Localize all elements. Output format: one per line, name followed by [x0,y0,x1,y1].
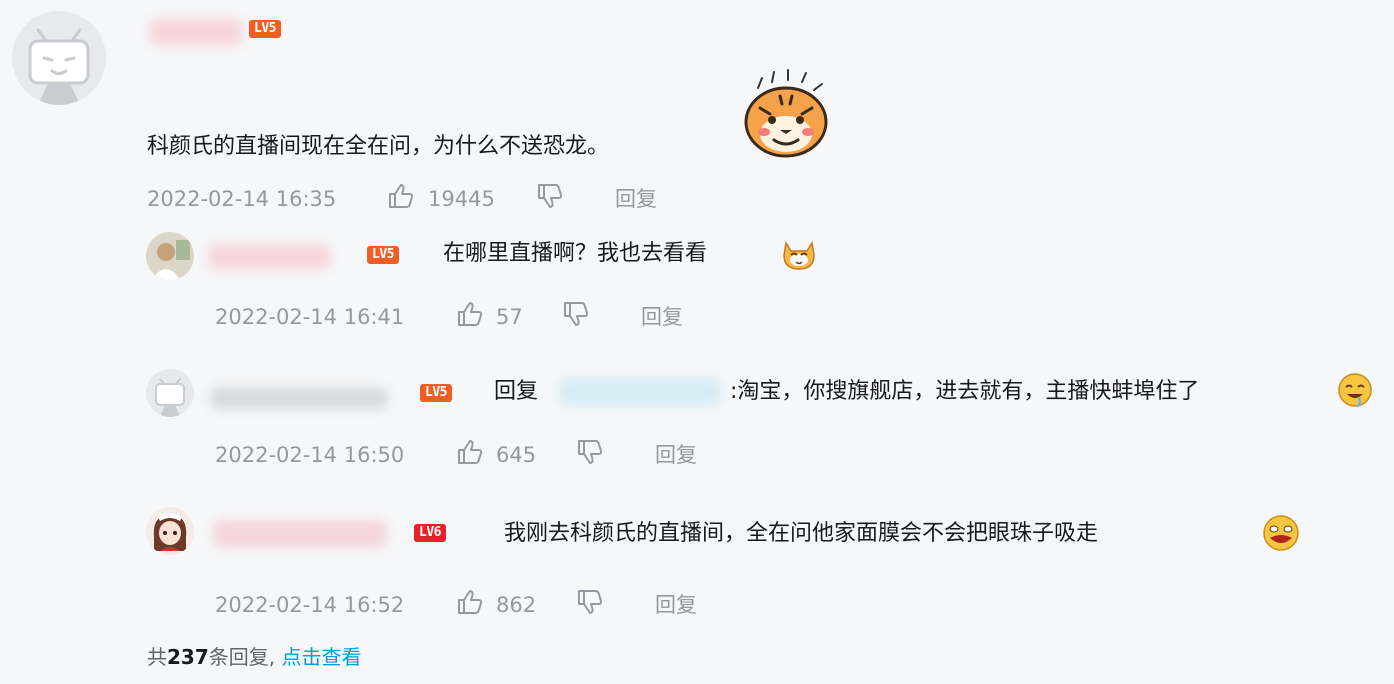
like-count: 19445 [428,187,495,211]
dislike-icon[interactable] [562,300,590,328]
tiger-sticker [738,68,832,162]
reply-count-suffix: 条回复, [208,645,276,669]
level-badge: LV5 [367,246,399,264]
main-avatar[interactable] [12,11,106,105]
reply-timestamp: 2022-02-14 16:50 [215,443,405,467]
reply-avatar[interactable] [146,369,194,417]
reply-timestamp: 2022-02-14 16:41 [215,305,405,329]
like-icon[interactable] [387,182,415,210]
reply-count-prefix: 共 [147,645,167,669]
reply-avatar[interactable] [146,507,194,555]
like-icon[interactable] [456,438,484,466]
level-badge: LV6 [414,524,446,542]
reply-button[interactable]: 回复 [615,185,657,213]
main-username-redacted[interactable] [150,18,242,46]
dislike-icon[interactable] [576,588,604,616]
comment-text: 科颜氏的直播间现在全在问，为什么不送恐龙。 [147,134,610,159]
reply-button[interactable]: 回复 [655,591,697,619]
comment-timestamp: 2022-02-14 16:35 [147,187,337,211]
reply-timestamp: 2022-02-14 16:52 [215,593,405,617]
reply-text: :淘宝，你搜旗舰店，进去就有，主播快蚌埠住了 [730,379,1200,404]
level-badge: LV5 [420,384,452,402]
view-all-replies-link[interactable]: 点击查看 [281,645,361,669]
reply-text: 在哪里直播啊？我也去看看 [443,241,708,266]
like-icon[interactable] [456,588,484,616]
cat-emoji [781,235,817,271]
mentioned-user-redacted[interactable] [560,378,720,406]
reply-text: 我刚去科颜氏的直播间，全在问他家面膜会不会把眼珠子吸走 [504,521,1099,546]
level-badge: LV5 [249,20,281,38]
shock-emoji [1262,514,1300,552]
like-count: 645 [496,443,537,467]
drooling-emoji [1337,372,1373,408]
tv-icon [28,28,90,105]
reply-username-redacted[interactable] [210,387,388,409]
reply-prefix: 回复 [494,379,539,404]
reply-username-redacted[interactable] [208,244,330,270]
reply-count-summary: 共237条回复, 点击查看 [147,643,361,671]
like-count: 57 [496,305,523,329]
dislike-icon[interactable] [536,182,564,210]
reply-button[interactable]: 回复 [641,303,683,331]
reply-count: 237 [167,645,209,669]
reply-avatar[interactable] [146,232,194,280]
dislike-icon[interactable] [576,438,604,466]
reply-username-redacted[interactable] [213,520,387,548]
reply-button[interactable]: 回复 [655,441,697,469]
tv-icon [155,378,185,417]
like-icon[interactable] [456,300,484,328]
like-count: 862 [496,593,537,617]
